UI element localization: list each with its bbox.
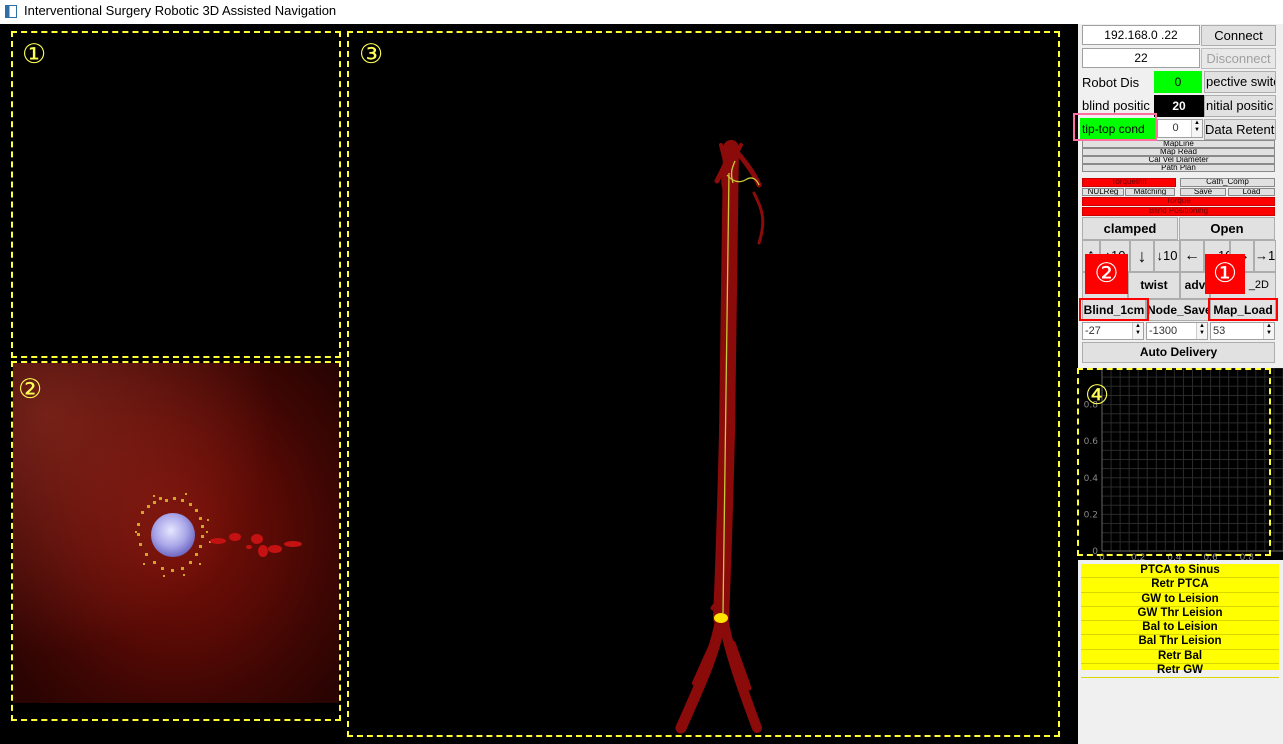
spinbox-a-value: -27 [1085, 325, 1101, 337]
procedure-step-button[interactable]: Retr Bal [1081, 650, 1279, 664]
left-arrow-icon: ← [1184, 247, 1200, 264]
data-retention-button[interactable]: Data Retentic [1204, 119, 1276, 140]
port-field[interactable]: 22 [1082, 48, 1200, 68]
cal-vel-diameter-button[interactable]: Cal Vel Diameter [1082, 156, 1275, 164]
map-line-button[interactable]: MapLine [1082, 140, 1275, 148]
viewport-4-marker: ④ [1085, 380, 1110, 411]
viewport-3-frame[interactable] [347, 31, 1060, 737]
spin-arrows-icon[interactable]: ▲ ▼ [1196, 323, 1207, 339]
map-read-button[interactable]: Map Read [1082, 148, 1275, 156]
procedure-step-button[interactable]: Retr PTCA [1081, 578, 1279, 593]
torque-button[interactable]: Torque [1082, 197, 1275, 206]
robot-dis-label: Robot Dis [1082, 75, 1140, 90]
disconnect-button[interactable]: Disconnect [1201, 48, 1276, 69]
highlight-blind-1cm [1079, 298, 1149, 321]
matching-button[interactable]: Matching [1125, 188, 1175, 196]
procedure-step-button[interactable]: Bal to Leision [1081, 621, 1279, 636]
null-reg-button[interactable]: NULReg [1082, 188, 1124, 196]
load-button[interactable]: Load [1228, 188, 1275, 196]
spin-arrows-icon[interactable]: ▲ ▼ [1191, 120, 1202, 137]
spinbox-a[interactable]: -27 ▲ ▼ [1082, 322, 1144, 340]
spin-arrows-icon[interactable]: ▲ ▼ [1132, 323, 1143, 339]
path-plan-button[interactable]: Path Plan [1082, 164, 1275, 172]
torque-init-button[interactable]: TorqueInit [1082, 178, 1176, 187]
node-save-button[interactable]: Node_Save [1146, 299, 1210, 321]
window-title: Interventional Surgery Robotic 3D Assist… [24, 3, 337, 18]
robot-dis-indicator: 0 [1154, 71, 1202, 93]
connect-button[interactable]: Connect [1201, 25, 1276, 46]
viewport-1-frame[interactable] [11, 31, 341, 358]
right-10-button[interactable]: →10 [1254, 240, 1276, 272]
down-arrow-icon: ↓ [1137, 246, 1147, 266]
twist-button[interactable]: twist [1128, 272, 1180, 299]
viewport-2-marker: ② [18, 374, 43, 405]
viewport-3-marker: ③ [359, 39, 384, 70]
procedure-step-button[interactable]: GW to Leision [1081, 593, 1279, 607]
procedure-step-button[interactable]: PTCA to Sinus [1081, 564, 1279, 579]
left-arrow-button[interactable]: ← [1180, 240, 1204, 272]
procedure-steps: PTCA to Sinus Retr PTCA GW to Leision GW Th… [1081, 564, 1279, 678]
app-icon [5, 5, 17, 18]
initial-position-button[interactable]: nitial positic [1204, 95, 1276, 117]
ip-address-field[interactable]: 192.168.0 .22 [1082, 25, 1200, 45]
procedure-step-button[interactable]: Bal Thr Leision [1081, 635, 1279, 650]
procedure-step-button[interactable]: GW Thr Leision [1081, 607, 1279, 621]
open-button[interactable]: Open [1179, 217, 1275, 240]
clamped-button[interactable]: clamped [1082, 217, 1178, 240]
spin-arrows-icon[interactable]: ▲ ▼ [1263, 323, 1274, 339]
blind-position-value: 20 [1154, 95, 1204, 117]
save-button[interactable]: Save [1180, 188, 1226, 196]
perspective-switch-button[interactable]: pective switc [1204, 71, 1276, 93]
tip-top-spinbox[interactable]: 0 ▲ ▼ [1157, 119, 1203, 138]
auto-delivery-button[interactable]: Auto Delivery [1082, 342, 1275, 363]
title-bar: Interventional Surgery Robotic 3D Assist… [0, 0, 1283, 24]
viewport-2-frame[interactable] [11, 361, 341, 721]
cath-comp-button[interactable]: Cath_Comp [1180, 178, 1275, 187]
spinbox-b-value: -1300 [1149, 325, 1178, 337]
spinbox-c-value: 53 [1213, 325, 1226, 337]
down-arrow-button[interactable]: ↓ [1130, 240, 1154, 272]
annotation-badge-1: ① [1205, 254, 1245, 294]
procedure-step-button[interactable]: Retr GW [1081, 664, 1279, 678]
spinbox-b[interactable]: -1300 ▲ ▼ [1146, 322, 1208, 340]
tip-top-spinbox-value: 0 [1172, 122, 1179, 134]
down-10-button[interactable]: ↓10 [1154, 240, 1180, 272]
highlight-map-load [1208, 298, 1278, 321]
spinbox-c[interactable]: 53 ▲ ▼ [1210, 322, 1275, 340]
highlight-tip-top [1073, 113, 1157, 141]
annotation-badge-2: ② [1085, 254, 1128, 294]
viewport-1-marker: ① [22, 39, 47, 70]
blind-positioning-button[interactable]: Blind Positioning [1082, 207, 1275, 216]
